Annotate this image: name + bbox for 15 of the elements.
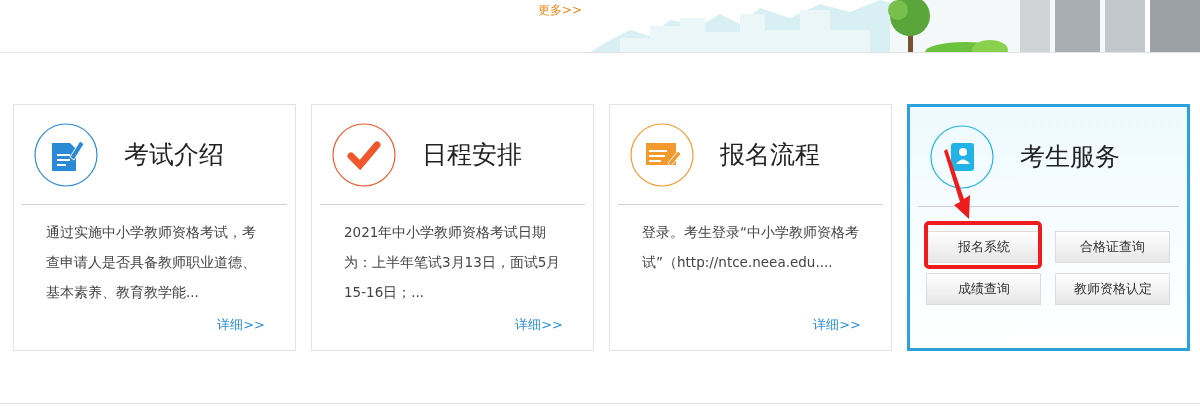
card-description: 2021年中小学教师资格考试日期为：上半年笔试3月13日，面试5月15-16日；... bbox=[344, 223, 562, 302]
detail-link[interactable]: 详细>> bbox=[813, 316, 861, 334]
card-title: 考试介绍 bbox=[124, 139, 224, 171]
detail-link[interactable]: 详细>> bbox=[515, 316, 563, 334]
service-button[interactable]: 合格证查询 bbox=[1055, 231, 1170, 263]
arrow-icon bbox=[942, 149, 972, 219]
card-title: 报名流程 bbox=[720, 139, 820, 171]
card-title: 考生服务 bbox=[1020, 141, 1120, 173]
card-description: 通过实施中小学教师资格考试，考查申请人是否具备教师职业道德、基本素养、教育教学能... bbox=[46, 223, 257, 302]
card-description: 登录。考生登录“中小学教师资格考试”（http://ntce.neea.edu.... bbox=[642, 223, 860, 272]
service-button[interactable]: 成绩查询 bbox=[926, 273, 1041, 305]
card-title: 日程安排 bbox=[422, 139, 522, 171]
service-button[interactable]: 教师资格认定 bbox=[1055, 273, 1170, 305]
detail-link[interactable]: 详细>> bbox=[217, 316, 265, 334]
service-button[interactable]: 报名系统 bbox=[926, 231, 1041, 263]
